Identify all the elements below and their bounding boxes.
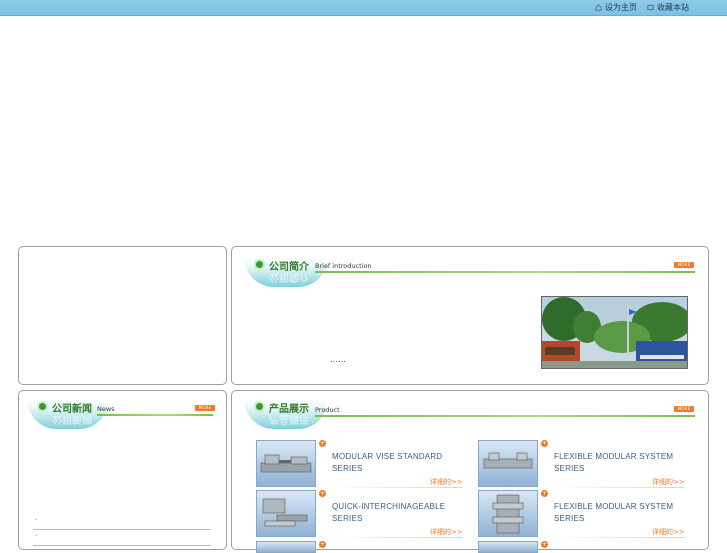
bullet-icon [37, 401, 48, 412]
news-panel: 公司新闻 公司新闻 News MORE · · [18, 390, 227, 550]
top-links: 设为主页 收藏本站 [595, 2, 689, 13]
plus-icon: + [541, 440, 548, 447]
news-item[interactable]: · [33, 532, 211, 546]
product-name[interactable]: FLEXIBLE MODULAR SYSTEM SERIES [554, 501, 684, 525]
product-underline [554, 537, 684, 538]
top-bar: 设为主页 收藏本站 [0, 0, 727, 16]
bookmark-link[interactable]: 收藏本站 [647, 2, 689, 13]
product-underline [332, 487, 462, 488]
news-title-reflection: 公司新闻 [52, 413, 92, 424]
product-detail-link[interactable]: 详细的>> [652, 477, 685, 487]
news-item[interactable]: · [33, 516, 211, 530]
bookmark-icon [647, 4, 654, 11]
product-underline [332, 537, 462, 538]
product-card[interactable]: + MODULAR VISE STANDARD SERIES 详细的>> [256, 440, 466, 489]
company-photo-image [542, 297, 687, 368]
product-header-pill: 产品展示 产品展示 [244, 399, 328, 429]
product-detail-link[interactable]: 详细的>> [652, 527, 685, 537]
product-card[interactable]: + QUICK-INTERCHINAGEABLE SERIES 详细的>> [256, 490, 466, 539]
product-thumbnail[interactable] [256, 440, 316, 487]
product-thumbnail[interactable] [478, 440, 538, 487]
set-home-label: 设为主页 [605, 3, 637, 12]
jaw-set-image [262, 498, 308, 527]
plus-icon: + [541, 490, 548, 497]
brief-excerpt: …… [330, 355, 346, 364]
product-title-reflection: 产品展示 [269, 413, 309, 424]
company-photo [541, 296, 688, 369]
brief-more-button[interactable]: MORE [674, 262, 694, 268]
product-detail-link[interactable]: 详细的>> [430, 527, 463, 537]
vise-image [260, 454, 312, 473]
brief-divider [315, 271, 695, 273]
product-divider [315, 415, 695, 417]
product-name[interactable]: FLEXIBLE MODULAR SYSTEM SERIES [554, 451, 684, 475]
rail-image [483, 452, 533, 469]
news-title-en: News [97, 405, 115, 413]
tower-image [492, 494, 524, 534]
product-panel: 产品展示 产品展示 Product MORE + MODULAR VISE ST… [231, 390, 709, 553]
news-divider [97, 414, 213, 416]
product-card[interactable]: + FLEXIBLE MODULAR SYSTEM SERIES 详细的>> [478, 440, 688, 489]
product-thumbnail[interactable] [256, 490, 316, 537]
left-top-panel [18, 246, 227, 385]
plus-icon: + [319, 490, 326, 497]
product-more-button[interactable]: MORE [674, 406, 694, 412]
bookmark-label: 收藏本站 [657, 3, 689, 12]
product-name[interactable]: QUICK-INTERCHINAGEABLE SERIES [332, 501, 462, 525]
news-more-button[interactable]: MORE [195, 405, 215, 411]
product-thumbnail[interactable] [256, 541, 316, 553]
product-detail-link[interactable]: 详细的>> [430, 477, 463, 487]
plus-icon: + [319, 440, 326, 447]
product-thumbnail[interactable] [478, 490, 538, 537]
bullet-icon [254, 259, 265, 270]
product-underline [554, 487, 684, 488]
product-thumbnail[interactable] [478, 541, 538, 553]
home-icon [595, 4, 602, 11]
product-title-en: Product [315, 406, 340, 414]
set-home-link[interactable]: 设为主页 [595, 2, 637, 13]
product-card[interactable]: + FLEXIBLE MODULAR SYSTEM SERIES 详细的>> [478, 490, 688, 539]
product-name[interactable]: MODULAR VISE STANDARD SERIES [332, 451, 462, 475]
brief-title-reflection: 公司简介 [269, 271, 309, 282]
brief-panel: 公司简介 公司简介 Brief introduction MORE …… [231, 246, 709, 385]
bullet-icon [254, 401, 265, 412]
brief-title-en: Brief introduction [315, 262, 372, 270]
